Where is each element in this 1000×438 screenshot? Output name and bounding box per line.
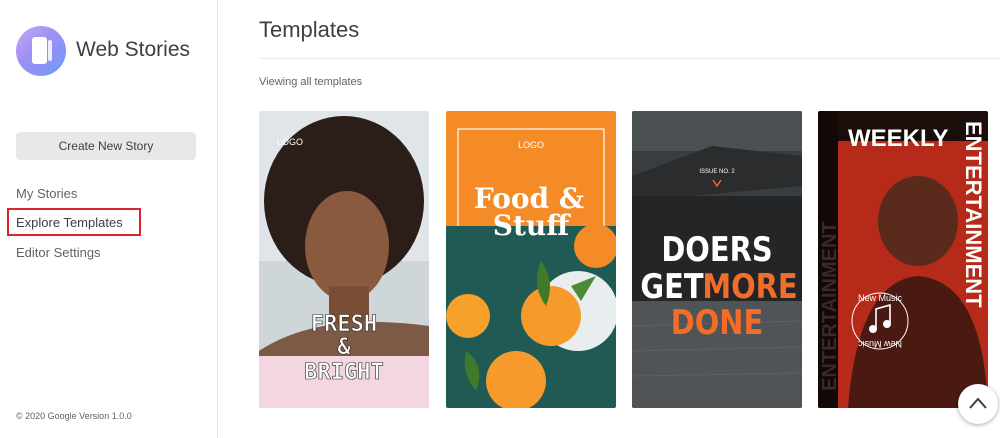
entertainment-echo-text: ENTERTAINMENT [819,221,841,391]
chevron-up-icon [969,397,987,409]
template-card-weekly-entertainment[interactable]: WEEKLY ENTERTAINMENT ENTERTAINMENT New M… [818,111,988,408]
create-new-story-button[interactable]: Create New Story [16,132,196,160]
template-card-doers[interactable]: ISSUE NO. 2 DOERS GET MORE DONE [632,111,802,408]
done-line: DONE [671,304,763,343]
template-logo-text: LOGO [277,137,303,147]
weekly-entertainment-artwork: WEEKLY ENTERTAINMENT ENTERTAINMENT New M… [818,111,988,408]
doers-line: DOERS [661,231,772,270]
sidebar: Web Stories Create New Story My Stories … [0,0,218,438]
page-subtitle: Viewing all templates [259,76,363,88]
new-music-badge-top: New Music [858,293,903,303]
template-logo-text: LOGO [518,140,544,150]
brand-name: Web Stories [76,38,190,61]
ampersand-line: & [337,335,351,360]
web-stories-logo-icon [16,26,66,76]
entertainment-vertical-text: ENTERTAINMENT [961,121,986,308]
new-music-badge-bottom: New Music [858,339,903,349]
more-line: MORE [702,268,797,307]
sidebar-item-my-stories[interactable]: My Stories [16,186,77,201]
template-card-food-stuff[interactable]: LOGO Food & Stuff [446,111,616,408]
sidebar-item-editor-settings[interactable]: Editor Settings [16,245,101,260]
fresh-line: FRESH [311,312,377,337]
weekly-text: WEEKLY [848,125,948,152]
get-line: GET [640,268,704,307]
scroll-to-top-button[interactable] [958,384,998,424]
fresh-bright-artwork: LOGO FRESH & BRIGHT [259,111,429,408]
sidebar-item-explore-templates[interactable]: Explore Templates [16,215,123,230]
stuff-line: Stuff [493,209,572,242]
food-stuff-artwork: LOGO Food & Stuff [446,111,616,408]
page-title: Templates [259,17,360,42]
bright-line: BRIGHT [304,360,383,385]
version-footer: © 2020 Google Version 1.0.0 [16,411,132,421]
header-divider [259,58,1000,59]
template-card-fresh-bright[interactable]: LOGO FRESH & BRIGHT [259,111,429,408]
doers-artwork: ISSUE NO. 2 DOERS GET MORE DONE [632,111,802,408]
issue-label: ISSUE NO. 2 [699,169,735,175]
